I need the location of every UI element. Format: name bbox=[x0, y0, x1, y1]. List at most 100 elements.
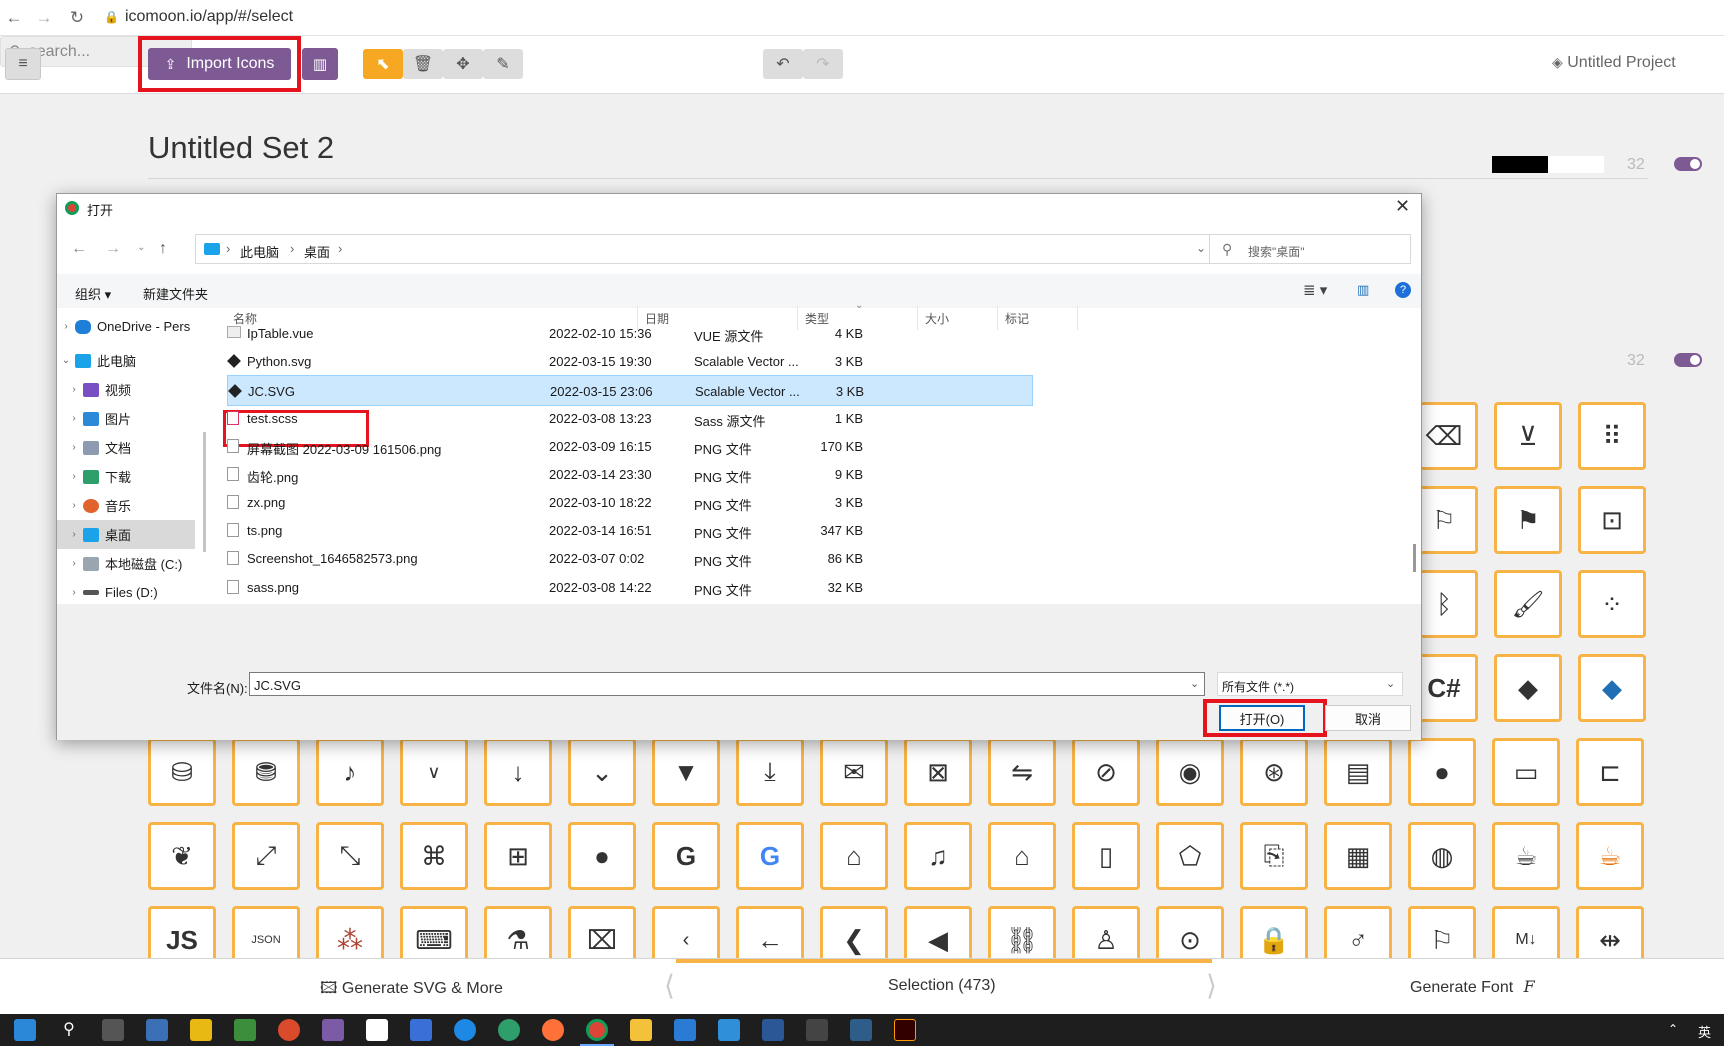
generate-font-button[interactable]: Generate Font F bbox=[1410, 977, 1535, 997]
back-arrow-icon[interactable]: ← bbox=[71, 240, 87, 258]
back-arrow-icon[interactable]: ← bbox=[4, 8, 24, 28]
redo-button[interactable]: ↷ bbox=[803, 49, 843, 79]
git-app-icon[interactable] bbox=[234, 1019, 256, 1041]
icon-cell[interactable]: ▭ bbox=[1492, 738, 1560, 806]
up-arrow-icon[interactable]: ↑ bbox=[159, 240, 167, 258]
taskbar-search-icon[interactable]: ⚲ bbox=[58, 1019, 80, 1041]
tray-chevron-icon[interactable]: ⌃ bbox=[1668, 1022, 1678, 1036]
tree-item-drive-c[interactable]: › 本地磁盘 (C:) bbox=[57, 549, 197, 578]
filename-input[interactable]: JC.SVG ⌄ bbox=[249, 672, 1205, 696]
icon-cell[interactable]: ⠿ bbox=[1578, 402, 1646, 470]
terminal-app-icon[interactable] bbox=[806, 1019, 828, 1041]
icon-cell[interactable]: ⌘ bbox=[400, 822, 468, 890]
address-breadcrumb[interactable]: › 此电脑 › 桌面 › ⌄ ↻ bbox=[195, 234, 1253, 264]
file-row[interactable]: IpTable.vue 2022-02-10 15:36 VUE 源文件 4 KB bbox=[227, 318, 1033, 349]
icon-cell[interactable]: ♫ bbox=[904, 822, 972, 890]
icon-cell[interactable]: ♪ bbox=[316, 738, 384, 806]
new-folder-button[interactable]: 新建文件夹 bbox=[143, 284, 208, 303]
view-options-icon[interactable]: ≣ ▾ bbox=[1303, 281, 1327, 299]
tree-item-this-pc[interactable]: ⌄ 此电脑 bbox=[57, 346, 197, 375]
firefox-app-icon[interactable] bbox=[542, 1019, 564, 1041]
icon-cell[interactable]: ▼ bbox=[652, 738, 720, 806]
icon-cell[interactable]: ◉ bbox=[1156, 738, 1224, 806]
icon-cell[interactable]: ● bbox=[1408, 738, 1476, 806]
close-icon[interactable]: ✕ bbox=[1395, 196, 1410, 217]
chrome-alt-app-icon[interactable] bbox=[278, 1019, 300, 1041]
icon-cell[interactable]: ☕ bbox=[1492, 822, 1560, 890]
tree-item-documents[interactable]: › 文档 bbox=[57, 433, 197, 462]
dialog-search-input[interactable]: ⚲ 搜索"桌面" bbox=[1209, 234, 1411, 264]
selection-count[interactable]: Selection (473) bbox=[888, 977, 996, 995]
icon-cell[interactable]: 🖌 bbox=[1494, 570, 1562, 638]
cancel-button[interactable]: 取消 bbox=[1325, 705, 1411, 731]
chevron-down-icon[interactable]: ⌄ bbox=[1386, 677, 1395, 690]
tree-item-desktop[interactable]: › 桌面 bbox=[57, 520, 195, 549]
sogou-app-icon[interactable] bbox=[454, 1019, 476, 1041]
preview-pane-icon[interactable]: ▥ bbox=[1357, 282, 1369, 298]
icon-cell[interactable]: ⊛ bbox=[1240, 738, 1308, 806]
generate-svg-button[interactable]: 🖾 Generate SVG & More bbox=[320, 977, 503, 1004]
ime-indicator[interactable]: 英 bbox=[1698, 1022, 1711, 1041]
icon-cell[interactable]: ☕ bbox=[1576, 822, 1644, 890]
project-name[interactable]: ◈ Untitled Project bbox=[1552, 54, 1676, 72]
icon-cell[interactable]: ∨ bbox=[400, 738, 468, 806]
settings-app-icon[interactable] bbox=[102, 1019, 124, 1041]
edit-tool-button[interactable]: ✎ bbox=[483, 49, 523, 79]
forward-arrow-icon[interactable]: → bbox=[34, 8, 54, 28]
chevron-down-icon[interactable]: ⌄ bbox=[1196, 241, 1206, 255]
delete-tool-button[interactable]: 🗑 bbox=[403, 49, 443, 79]
powershell-app-icon[interactable] bbox=[850, 1019, 872, 1041]
icon-cell[interactable]: ⛁ bbox=[148, 738, 216, 806]
icon-cell[interactable]: ↓ bbox=[484, 738, 552, 806]
filetype-select[interactable]: 所有文件 (*.*) ⌄ bbox=[1217, 672, 1403, 696]
icon-cell[interactable]: ⤡ bbox=[316, 822, 384, 890]
typora-app-icon[interactable] bbox=[366, 1019, 388, 1041]
select-tool-button[interactable]: ⬉ bbox=[363, 49, 403, 79]
icon-cell[interactable]: ⤓ bbox=[736, 738, 804, 806]
file-row[interactable]: 齿轮.png 2022-03-14 23:30 PNG 文件 9 KB bbox=[227, 459, 1033, 490]
file-row-selected[interactable]: JC.SVG 2022-03-15 23:06 Scalable Vector ..… bbox=[227, 375, 1033, 406]
icon-cell[interactable]: ◆ bbox=[1494, 654, 1562, 722]
reload-icon[interactable]: ↻ bbox=[67, 8, 87, 28]
recent-dropdown-icon[interactable]: ⌄ bbox=[137, 242, 145, 253]
help-icon[interactable]: ? bbox=[1395, 282, 1411, 298]
tree-item-videos[interactable]: › 视频 bbox=[57, 375, 197, 404]
icon-cell[interactable]: ⁘ bbox=[1578, 570, 1646, 638]
windows-start-icon[interactable] bbox=[14, 1019, 36, 1041]
icon-cell[interactable]: ⚑ bbox=[1494, 486, 1562, 554]
file-row[interactable]: zx.png 2022-03-10 18:22 PNG 文件 3 KB bbox=[227, 487, 1033, 518]
tree-item-onedrive[interactable]: › OneDrive - Pers bbox=[57, 312, 197, 341]
icon-cell[interactable]: ⌂ bbox=[820, 822, 888, 890]
icon-cell[interactable]: ⌂ bbox=[988, 822, 1056, 890]
photos-app-icon[interactable] bbox=[146, 1019, 168, 1041]
icon-cell[interactable]: ⊡ bbox=[1578, 486, 1646, 554]
tree-item-music[interactable]: › 音乐 bbox=[57, 491, 197, 520]
forward-arrow-icon[interactable]: → bbox=[105, 240, 121, 258]
set-toggle[interactable] bbox=[1674, 157, 1702, 171]
undo-button[interactable]: ↶ bbox=[763, 49, 803, 79]
set-title[interactable]: Untitled Set 2 bbox=[148, 130, 334, 166]
editor-app-icon[interactable] bbox=[322, 1019, 344, 1041]
file-row[interactable]: 屏幕截图 2022-03-09 161506.png 2022-03-09 16:… bbox=[227, 431, 1033, 462]
icon-cell[interactable]: G bbox=[736, 822, 804, 890]
icon-cell[interactable]: ⊠ bbox=[904, 738, 972, 806]
file-row[interactable]: Python.svg 2022-03-15 19:30 Scalable Vecto… bbox=[227, 346, 1033, 377]
icon-cell[interactable]: ⌄ bbox=[568, 738, 636, 806]
edge-app-icon[interactable] bbox=[498, 1019, 520, 1041]
vscode-app-icon[interactable] bbox=[718, 1019, 740, 1041]
illustrator-app-icon[interactable] bbox=[894, 1019, 916, 1041]
tree-item-downloads[interactable]: › 下载 bbox=[57, 462, 197, 491]
word-app-icon[interactable] bbox=[762, 1019, 784, 1041]
icon-cell[interactable]: G bbox=[652, 822, 720, 890]
tree-scrollbar[interactable] bbox=[203, 432, 206, 552]
icon-cell[interactable]: ▤ bbox=[1324, 738, 1392, 806]
icon-cell[interactable]: ⊞ bbox=[484, 822, 552, 890]
move-tool-button[interactable]: ✥ bbox=[443, 49, 483, 79]
breadcrumb-item[interactable]: 桌面 bbox=[304, 242, 330, 261]
calculator-app-icon[interactable] bbox=[190, 1019, 212, 1041]
icon-cell[interactable]: ✉ bbox=[820, 738, 888, 806]
mail-app-icon[interactable] bbox=[674, 1019, 696, 1041]
icon-cell[interactable]: ◆ bbox=[1578, 654, 1646, 722]
chevron-down-icon[interactable]: ⌄ bbox=[1190, 677, 1199, 690]
file-row[interactable]: ts.png 2022-03-14 16:51 PNG 文件 347 KB bbox=[227, 515, 1033, 546]
